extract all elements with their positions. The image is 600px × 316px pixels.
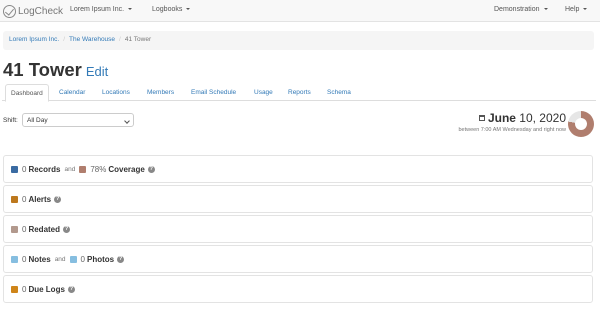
help-dropdown-label: Help <box>565 6 580 13</box>
coverage-icon <box>79 166 87 173</box>
due-logs-panel[interactable]: 0 Due Logs ? <box>3 275 593 303</box>
records-icon <box>11 166 18 173</box>
help-dropdown[interactable]: Help <box>565 6 588 13</box>
date-month: June <box>487 111 516 125</box>
alerts-icon <box>11 196 18 203</box>
breadcrumb-current: 41 Tower <box>124 36 152 43</box>
tab-usage[interactable]: Usage <box>249 84 278 101</box>
shift-select[interactable]: All Day <box>22 113 134 127</box>
redated-icon <box>11 226 18 233</box>
tab-calendar[interactable]: Calendar <box>54 84 90 101</box>
help-icon[interactable]: ? <box>54 196 62 203</box>
coverage-label: Coverage <box>108 165 145 174</box>
notes-count: 0 <box>22 255 27 264</box>
tab-locations[interactable]: Locations <box>97 84 135 101</box>
and-text: and <box>64 166 76 173</box>
photos-count: 0 <box>80 255 85 264</box>
coverage-donut-chart <box>568 111 594 137</box>
and-text: and <box>54 256 66 263</box>
due-logs-count: 0 <box>22 285 27 294</box>
org-dropdown-label: Lorem Ipsum Inc. <box>70 6 125 13</box>
photos-icon <box>69 256 77 263</box>
help-icon[interactable]: ? <box>147 166 155 173</box>
redated-label: Redated <box>28 225 61 234</box>
tab-dashboard[interactable]: Dashboard <box>5 84 49 102</box>
chevron-down-icon <box>124 118 130 124</box>
due-logs-icon <box>11 286 18 293</box>
redated-panel[interactable]: 0 Redated ? <box>3 215 593 243</box>
page-title: 41 Tower <box>3 59 82 80</box>
shift-label: Shift: <box>3 117 18 124</box>
breadcrumb-separator: / <box>119 36 121 43</box>
breadcrumb-site-link[interactable]: The Warehouse <box>69 36 115 43</box>
shift-selected-value: All Day <box>27 117 48 124</box>
demo-dropdown[interactable]: Demonstration <box>494 6 548 13</box>
records-label: Records <box>28 165 61 174</box>
records-panel[interactable]: 0 Records and 78% Coverage ? <box>3 155 593 183</box>
alerts-panel[interactable]: 0 Alerts ? <box>3 185 593 213</box>
brand-name: LogCheck <box>18 5 64 17</box>
photos-label: Photos <box>87 255 115 264</box>
notes-label: Notes <box>28 255 51 264</box>
caret-down-icon <box>543 8 548 11</box>
edit-link[interactable]: Edit <box>86 64 108 79</box>
date-rest: 10, 2020 <box>515 111 566 125</box>
org-dropdown[interactable]: Lorem Ipsum Inc. <box>70 6 133 13</box>
tab-schema[interactable]: Schema <box>322 84 356 101</box>
alerts-count: 0 <box>22 195 27 204</box>
brand-logo[interactable]: LogCheck <box>3 3 63 19</box>
tab-reports[interactable]: Reports <box>283 84 316 101</box>
date-title: June 10, 2020 <box>458 111 566 125</box>
redated-count: 0 <box>22 225 27 234</box>
date-range: between 7:00 AM Wednesday and right now <box>458 127 566 133</box>
caret-down-icon <box>186 8 191 11</box>
tab-members[interactable]: Members <box>142 84 179 101</box>
help-icon[interactable]: ? <box>117 256 125 263</box>
tab-bar: Dashboard Calendar Locations Members Ema… <box>2 84 596 102</box>
breadcrumb-org-link[interactable]: Lorem Ipsum Inc. <box>9 36 59 43</box>
alerts-label: Alerts <box>28 195 52 204</box>
logbooks-dropdown[interactable]: Logbooks <box>152 6 191 13</box>
caret-down-icon <box>128 8 133 11</box>
logbooks-dropdown-label: Logbooks <box>152 6 183 13</box>
due-logs-label: Due Logs <box>28 285 65 294</box>
breadcrumb: Lorem Ipsum Inc. / The Warehouse/41 Tower <box>3 31 594 50</box>
help-icon[interactable]: ? <box>67 286 75 293</box>
notes-icon <box>11 256 18 263</box>
caret-down-icon <box>583 8 588 11</box>
top-navbar: LogCheck Lorem Ipsum Inc. Logbooks Demon… <box>0 0 600 22</box>
check-circle-icon <box>3 4 16 18</box>
coverage-percent: 78% <box>90 165 107 174</box>
tab-email-schedule[interactable]: Email Schedule <box>186 84 241 101</box>
calendar-icon <box>478 115 485 121</box>
demo-dropdown-label: Demonstration <box>494 6 540 13</box>
help-icon[interactable]: ? <box>63 226 71 233</box>
notes-panel[interactable]: 0 Notes and 0 Photos ? <box>3 245 593 273</box>
breadcrumb-separator: / <box>63 36 66 43</box>
date-header: June 10, 2020 between 7:00 AM Wednesday … <box>458 111 566 133</box>
page-header: 41 Tower Edit <box>3 59 108 81</box>
records-count: 0 <box>22 165 27 174</box>
